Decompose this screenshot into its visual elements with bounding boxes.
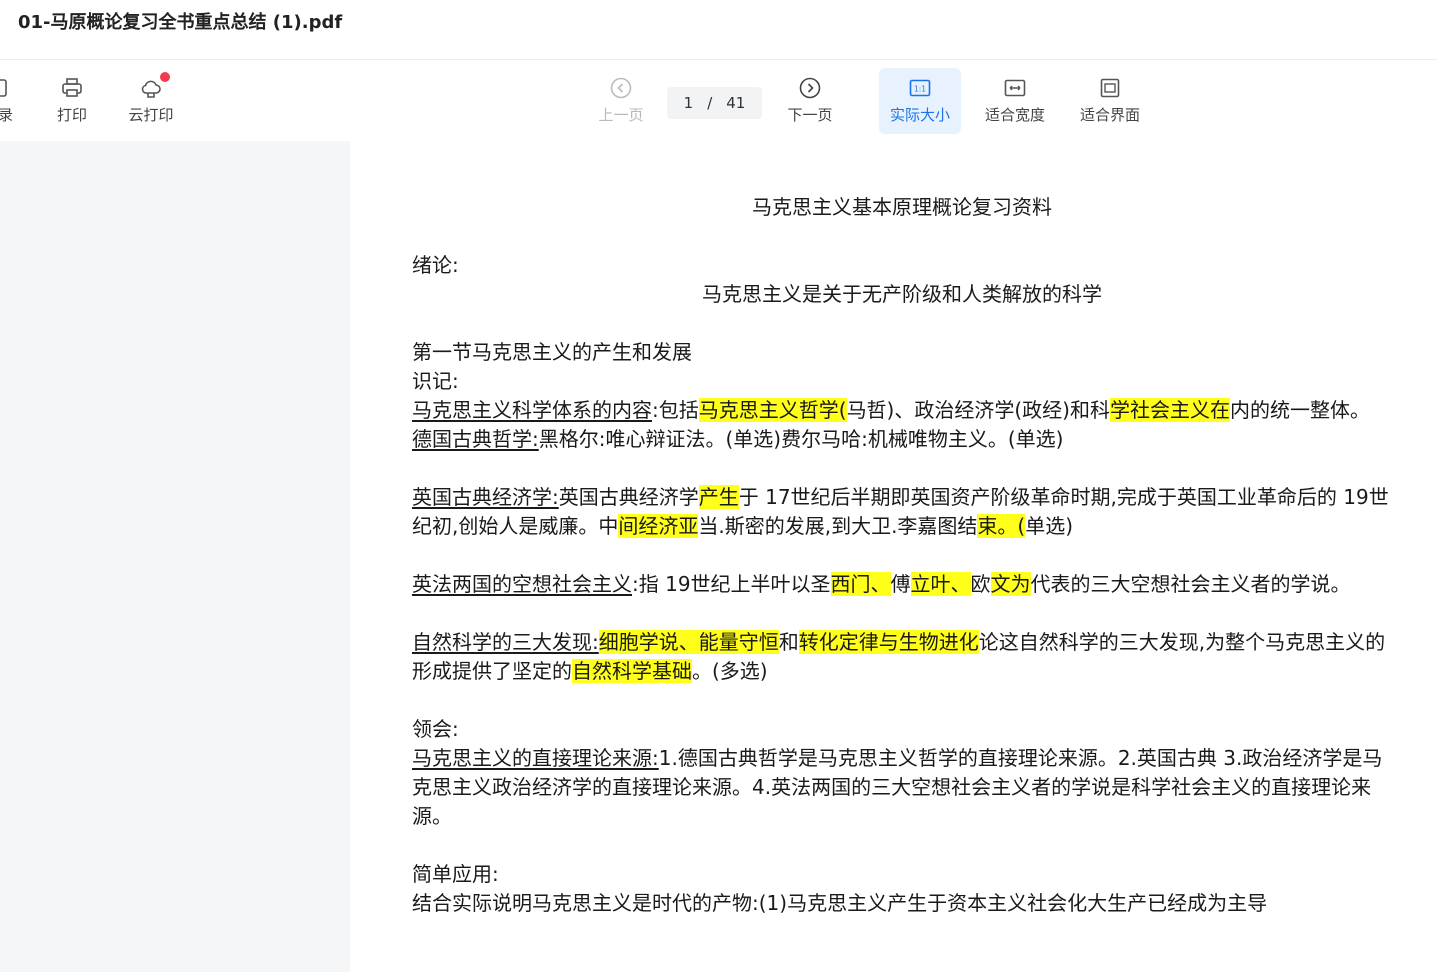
fit-width-icon [1004, 79, 1026, 97]
prev-page-button[interactable]: 上一页 [590, 68, 652, 134]
cloud-print-button[interactable]: 云打印 [118, 68, 184, 134]
highlight: 产生 [698, 485, 739, 509]
paragraph: 马克思主义的直接理论来源:1.德国古典哲学是马克思主义哲学的直接理论来源。2.英… [412, 744, 1392, 831]
sidebar-panel [0, 141, 350, 972]
page-current[interactable]: 1 [684, 94, 694, 112]
fit-page-button[interactable]: 适合界面 [1070, 68, 1150, 134]
section-heading: 第一节马克思主义的产生和发展 [412, 340, 692, 364]
understand-label: 领会: [412, 717, 459, 741]
svg-text:1:1: 1:1 [914, 85, 926, 94]
next-page-button[interactable]: 下一页 [779, 68, 841, 134]
chevron-left-circle-icon [610, 77, 632, 99]
page-indicator[interactable]: 1 / 41 [667, 87, 762, 119]
actual-size-button[interactable]: 1:1 实际大小 [879, 68, 961, 134]
text: 单选) [1025, 514, 1074, 538]
actual-size-icon: 1:1 [909, 79, 931, 97]
highlight: 文为 [990, 572, 1031, 596]
text: 黑格尔:唯心辩证法。(单选)费尔马哈:机械唯物主义。(单选) [538, 427, 1064, 451]
fit-page-label: 适合界面 [1079, 106, 1140, 124]
toc-icon [0, 79, 7, 97]
paragraph: 英法两国的空想社会主义:指 19世纪上半叶以圣西门、傅立叶、欧文为代表的三大空想… [412, 570, 1392, 599]
text: 代表的三大空想社会主义者的学说。 [1030, 572, 1351, 596]
term: 马克思主义的直接理论来源: [412, 746, 659, 770]
text: 和 [778, 630, 799, 654]
fit-page-icon [1100, 78, 1120, 98]
highlight: 转化定律与生物进化 [798, 630, 979, 654]
text: :包括 [652, 398, 699, 422]
highlight: 西门、 [830, 572, 891, 596]
paragraph: 马克思主义科学体系的内容:包括马克思主义哲学(马哲)、政治经济学(政经)和科学社… [412, 396, 1392, 425]
fit-width-button[interactable]: 适合宽度 [975, 68, 1055, 134]
cloud-print-label: 云打印 [128, 106, 174, 124]
highlight: 细胞学说、能量守恒 [598, 630, 779, 654]
fit-width-label: 适合宽度 [984, 106, 1045, 124]
toolbar: 目录 打印 云打印 上一页 1 / 41 下一页 [0, 61, 1437, 141]
term: 德国古典哲学: [412, 427, 539, 451]
intro-heading: 绪论: [412, 253, 459, 277]
intro-subtitle: 马克思主义是关于无产阶级和人类解放的科学 [702, 282, 1102, 306]
next-page-label: 下一页 [787, 106, 833, 124]
print-label: 打印 [56, 106, 87, 124]
text: 英国古典经济学 [558, 485, 699, 509]
term: 马克思主义科学体系的内容 [412, 398, 652, 422]
page-content: 马克思主义基本原理概论复习资料 绪论: 马克思主义是关于无产阶级和人类解放的科学… [412, 193, 1392, 918]
text: 当.斯密的发展,到大卫.李嘉图结 [698, 514, 978, 538]
document-title: 01-马原概论复习全书重点总结 (1).pdf [18, 12, 343, 33]
text: 傅 [890, 572, 911, 596]
paragraph: 自然科学的三大发现:细胞学说、能量守恒和转化定律与生物进化论这自然科学的三大发现… [412, 628, 1392, 686]
highlight: 间经济亚 [618, 514, 699, 538]
cloud-print-icon [141, 80, 161, 98]
apply-label: 简单应用: [412, 862, 499, 886]
highlight: 马克思主义哲学( [698, 398, 847, 422]
actual-size-label: 实际大小 [889, 106, 950, 124]
highlight: 束。( [977, 514, 1026, 538]
text: :指 19世纪上半叶以圣 [632, 572, 831, 596]
paragraph: 结合实际说明马克思主义是时代的产物:(1)马克思主义产生于资本主义社会化大生产已… [412, 891, 1268, 915]
text: 内的统一整体。 [1229, 398, 1370, 422]
prev-page-label: 上一页 [598, 106, 644, 124]
toc-button[interactable]: 目录 [0, 68, 18, 134]
doc-title: 马克思主义基本原理概论复习资料 [752, 195, 1052, 219]
highlight: 学社会主义在 [1109, 398, 1230, 422]
paragraph: 英国古典经济学:英国古典经济学产生于 17世纪后半期即英国资产阶级革命时期,完成… [412, 483, 1392, 541]
text: 欧 [970, 572, 991, 596]
highlight: 立叶、 [910, 572, 971, 596]
page-total: 41 [726, 94, 746, 112]
toc-label: 目录 [0, 106, 13, 124]
notification-dot [160, 72, 170, 82]
term: 英法两国的空想社会主义 [412, 572, 632, 596]
print-button[interactable]: 打印 [48, 68, 96, 134]
paragraph: 德国古典哲学:黑格尔:唯心辩证法。(单选)费尔马哈:机械唯物主义。(单选) [412, 425, 1392, 454]
recall-label: 识记: [412, 369, 459, 393]
page-separator: / [707, 94, 713, 112]
chevron-right-circle-icon [799, 77, 821, 99]
term: 自然科学的三大发现: [412, 630, 599, 654]
text: 。(多选) [692, 659, 768, 683]
printer-icon [62, 78, 82, 97]
document-viewer[interactable]: 马克思主义基本原理概论复习资料 绪论: 马克思主义是关于无产阶级和人类解放的科学… [350, 141, 1437, 972]
highlight: 自然科学基础 [572, 659, 692, 683]
title-bar: 01-马原概论复习全书重点总结 (1).pdf [0, 0, 1437, 60]
term: 英国古典经济学: [412, 485, 559, 509]
text: 马哲)、政治经济学(政经)和科 [846, 398, 1110, 422]
